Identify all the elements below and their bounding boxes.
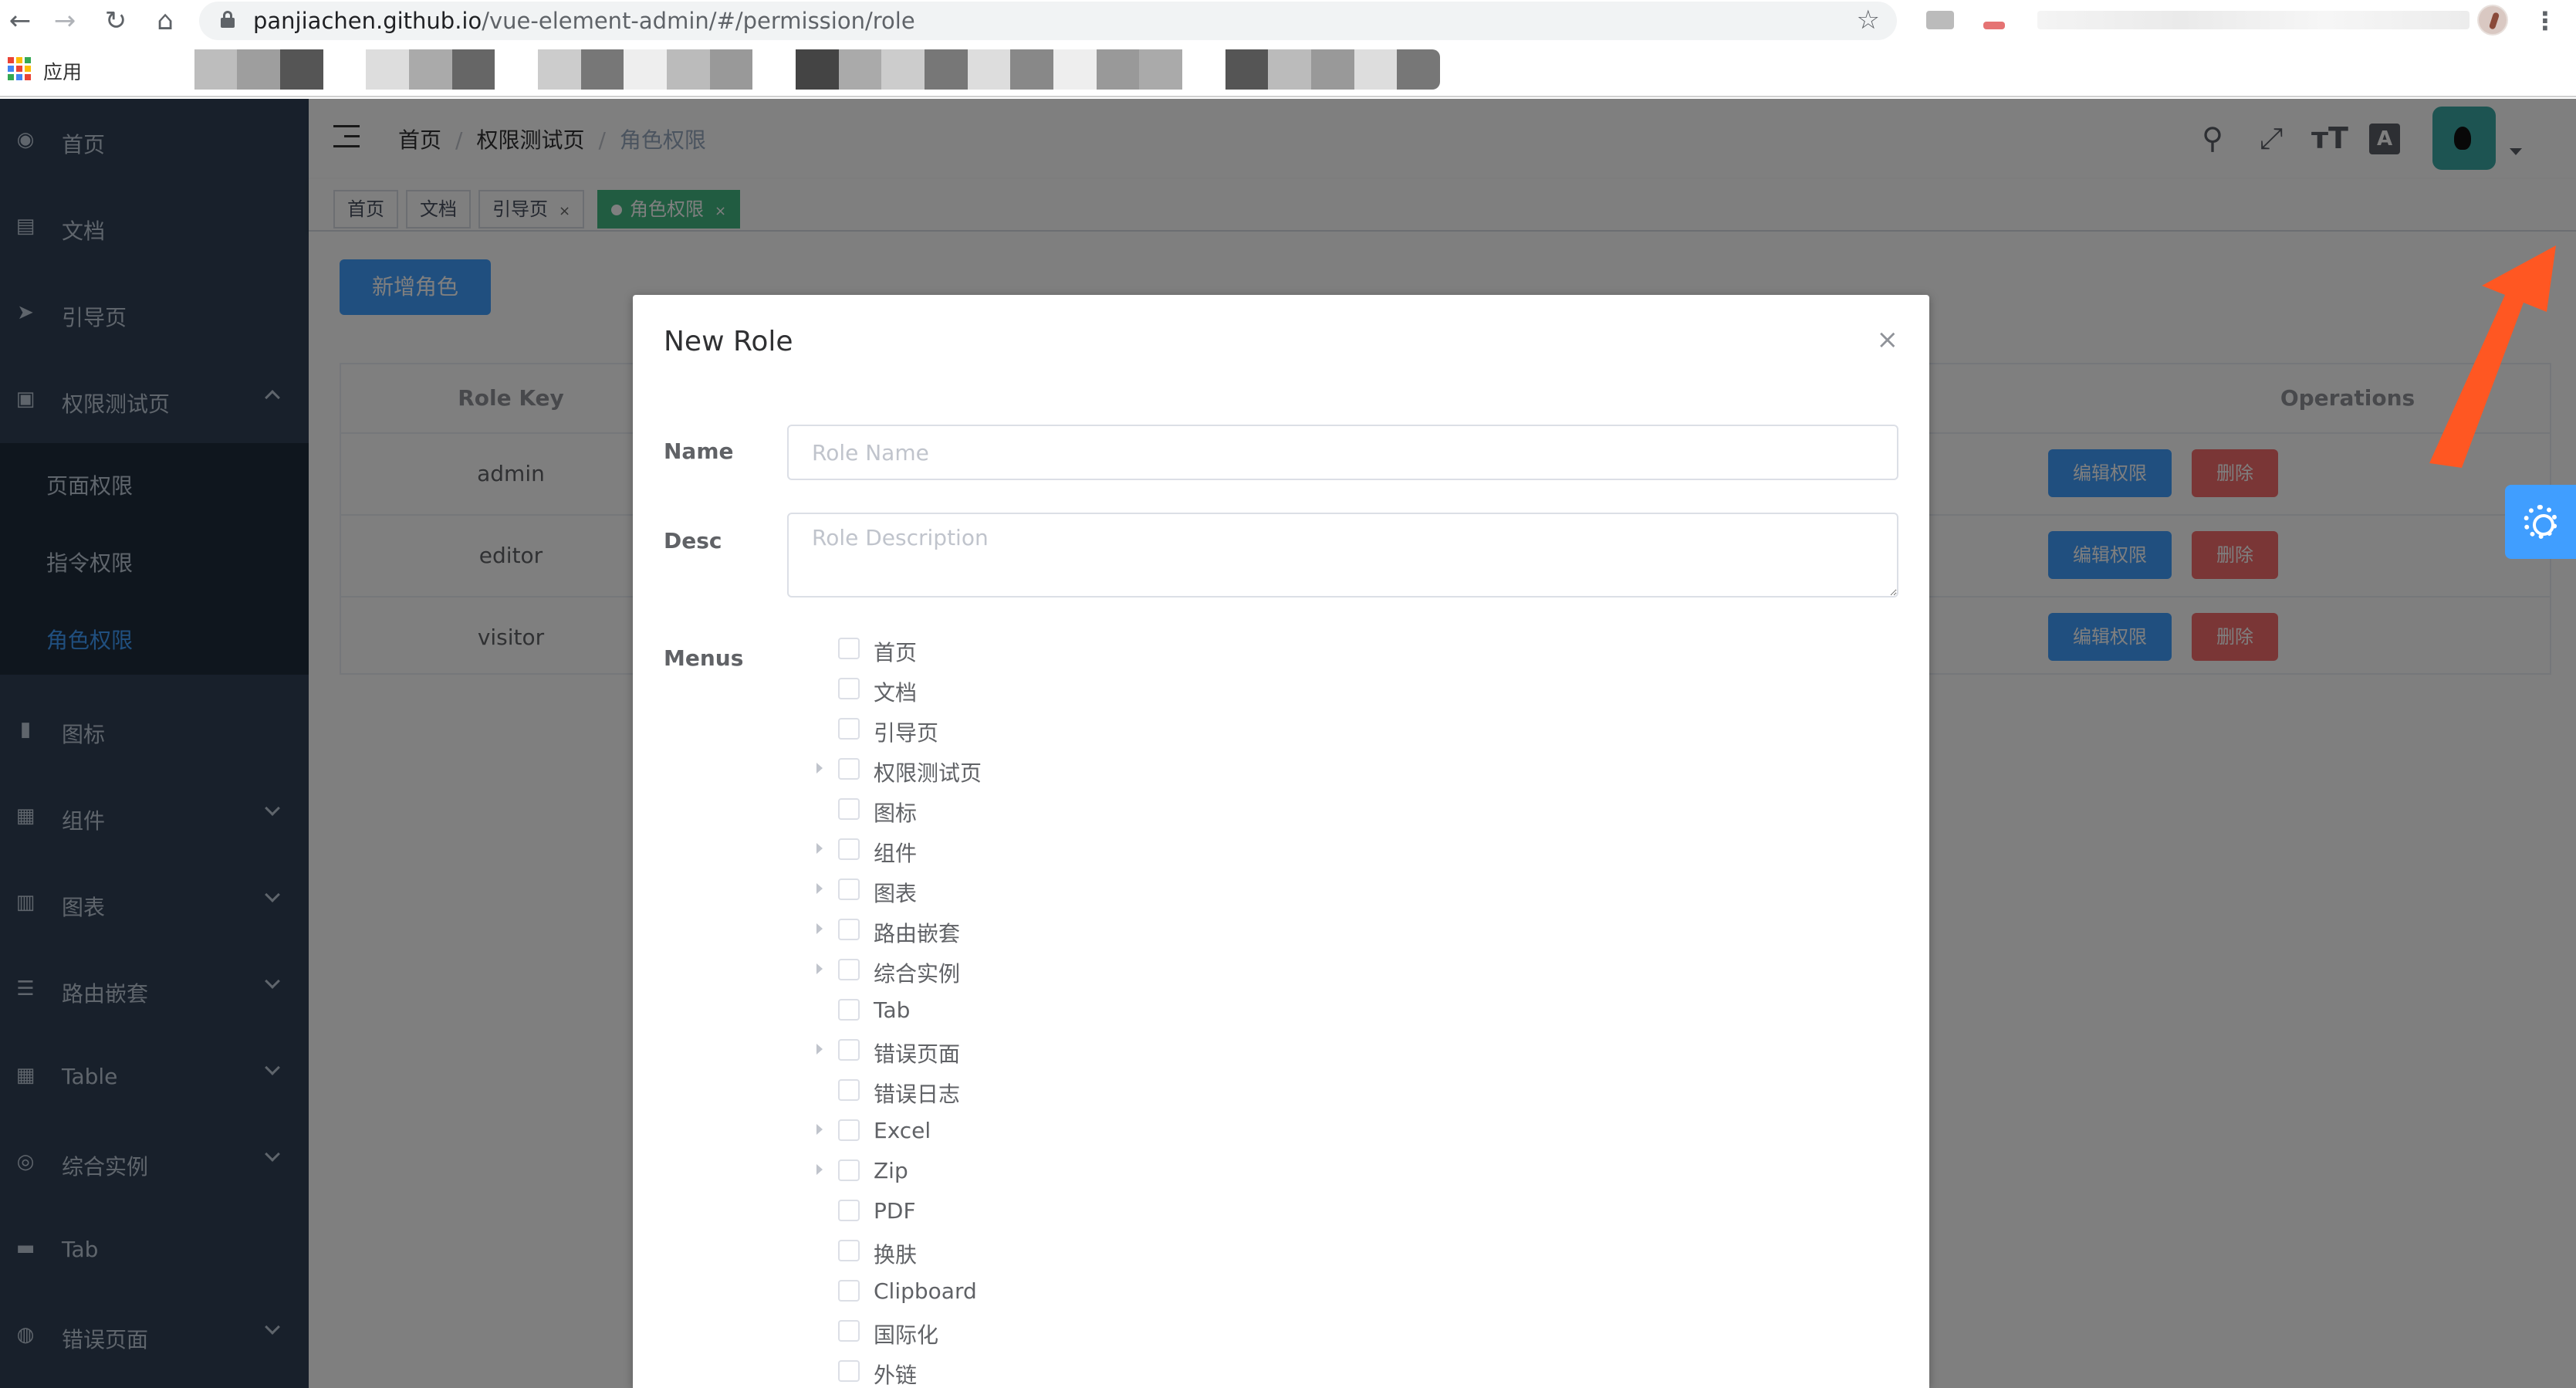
tree-node-label: 组件 <box>874 841 918 866</box>
expand-caret-icon[interactable] <box>816 1164 823 1175</box>
tree-node-label: 首页 <box>874 640 918 665</box>
checkbox[interactable] <box>838 798 860 820</box>
tree-node-label: 综合实例 <box>874 961 961 987</box>
home-icon[interactable]: ⌂ <box>148 5 182 37</box>
tree-node[interactable]: 路由嵌套 <box>816 909 1820 950</box>
reload-icon[interactable]: ↻ <box>99 5 133 37</box>
tree-node[interactable]: 图标 <box>816 789 1820 829</box>
checkbox[interactable] <box>838 758 860 780</box>
tree-node-label: 图标 <box>874 801 918 826</box>
url-text[interactable]: panjiachen.github.io/vue-element-admin/#… <box>253 8 915 34</box>
tree-node-label: PDF <box>874 1198 916 1224</box>
tree-node[interactable]: 首页 <box>816 628 1820 669</box>
checkbox[interactable] <box>838 1200 860 1221</box>
tree-node-label: 国际化 <box>874 1322 939 1348</box>
tree-node[interactable]: 图表 <box>816 869 1820 909</box>
extension-icon[interactable] <box>1926 11 1954 29</box>
checkbox[interactable] <box>838 1360 860 1382</box>
checkbox[interactable] <box>838 1079 860 1101</box>
close-icon[interactable]: × <box>1877 324 1899 355</box>
checkbox[interactable] <box>838 1280 860 1302</box>
tree-node-label: 权限测试页 <box>874 760 982 786</box>
settings-panel-button[interactable] <box>2505 485 2576 559</box>
expand-caret-icon[interactable] <box>816 1044 823 1055</box>
tree-node[interactable]: Zip <box>816 1150 1820 1190</box>
checkbox[interactable] <box>838 638 860 659</box>
tree-node[interactable]: 综合实例 <box>816 950 1820 990</box>
url-path: /vue-element-admin/#/permission/role <box>482 8 915 34</box>
tree-node-label: Excel <box>874 1118 931 1143</box>
menus-label: Menus <box>664 645 744 671</box>
checkbox[interactable] <box>838 1159 860 1181</box>
tree-node[interactable]: Clipboard <box>816 1271 1820 1311</box>
tree-node[interactable]: 错误页面 <box>816 1030 1820 1070</box>
expand-caret-icon[interactable] <box>816 843 823 854</box>
apps-label[interactable]: 应用 <box>43 57 82 85</box>
expand-caret-icon[interactable] <box>816 923 823 934</box>
bookmark-star-icon[interactable]: ☆ <box>1857 5 1880 36</box>
expand-caret-icon[interactable] <box>816 963 823 974</box>
new-role-dialog: New Role × Name Desc Menus 首页 文档 引导页 权限测… <box>633 295 1929 1388</box>
tree-node[interactable]: 错误日志 <box>816 1070 1820 1110</box>
profile-avatar[interactable] <box>2477 5 2508 36</box>
tree-node-label: Clipboard <box>874 1278 977 1304</box>
extension-icon[interactable] <box>1983 22 2005 29</box>
tree-node[interactable]: Excel <box>816 1110 1820 1150</box>
checkbox[interactable] <box>838 1240 860 1261</box>
checkbox[interactable] <box>838 879 860 900</box>
checkbox[interactable] <box>838 999 860 1021</box>
tree-node[interactable]: Tab <box>816 990 1820 1030</box>
redacted-bookmarks <box>151 49 1440 90</box>
checkbox[interactable] <box>838 838 860 860</box>
browser-toolbar: ← → ↻ ⌂ panjiachen.github.io/vue-element… <box>0 0 2576 42</box>
tree-node[interactable]: PDF <box>816 1190 1820 1231</box>
forward-icon[interactable]: → <box>48 5 82 37</box>
tree-node[interactable]: 引导页 <box>816 709 1820 749</box>
tree-node[interactable]: 国际化 <box>816 1311 1820 1351</box>
lock-icon[interactable] <box>221 11 235 28</box>
checkbox[interactable] <box>838 959 860 980</box>
role-description-input[interactable] <box>787 513 1898 598</box>
tree-node-label: 错误日志 <box>874 1082 961 1107</box>
tree-node[interactable]: 权限测试页 <box>816 749 1820 789</box>
browser-menu-icon[interactable]: ⋮ <box>2533 6 2557 36</box>
checkbox[interactable] <box>838 1320 860 1342</box>
tree-node-label: 错误页面 <box>874 1041 961 1067</box>
tree-node-label: Tab <box>874 997 911 1023</box>
role-name-input[interactable] <box>787 425 1898 480</box>
tree-node-label: 换肤 <box>874 1242 918 1268</box>
tree-node[interactable]: 换肤 <box>816 1231 1820 1271</box>
expand-caret-icon[interactable] <box>816 1124 823 1135</box>
bookmarks-bar: 应用 <box>0 42 2576 97</box>
tree-node-label: 文档 <box>874 680 918 706</box>
checkbox[interactable] <box>838 1119 860 1141</box>
tree-node-label: 外链 <box>874 1363 918 1388</box>
tree-node-label: Zip <box>874 1158 908 1183</box>
tree-node-label: 路由嵌套 <box>874 921 961 946</box>
checkbox[interactable] <box>838 718 860 740</box>
checkbox[interactable] <box>838 678 860 699</box>
tree-node-label: 图表 <box>874 881 918 906</box>
apps-icon[interactable] <box>8 57 31 80</box>
tree-node-label: 引导页 <box>874 720 939 746</box>
url-host: panjiachen.github.io <box>253 8 482 34</box>
name-label: Name <box>664 438 734 464</box>
extensions-area <box>2037 11 2470 29</box>
tree-node[interactable]: 文档 <box>816 669 1820 709</box>
checkbox[interactable] <box>838 1039 860 1061</box>
checkbox[interactable] <box>838 919 860 940</box>
tree-node[interactable]: 外链 <box>816 1351 1820 1388</box>
desc-label: Desc <box>664 528 722 554</box>
expand-caret-icon[interactable] <box>816 883 823 894</box>
tree-node[interactable]: 组件 <box>816 829 1820 869</box>
back-icon[interactable]: ← <box>3 5 37 37</box>
dialog-title: New Role <box>664 326 793 357</box>
address-bar[interactable]: panjiachen.github.io/vue-element-admin/#… <box>199 2 1897 40</box>
expand-caret-icon[interactable] <box>816 763 823 774</box>
gear-icon <box>2524 505 2557 539</box>
